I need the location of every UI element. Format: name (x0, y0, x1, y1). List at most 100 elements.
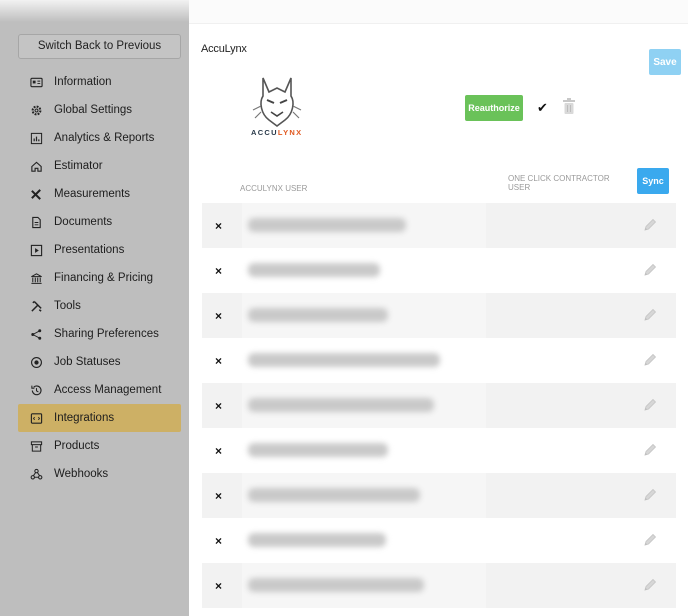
acculynx-user-name: Mal C - Alyssa Simpson.com (248, 443, 388, 457)
ruler-cross-icon (30, 188, 54, 201)
table-row: × Mal C - Alyssa Simpson.com (202, 428, 676, 473)
acculynx-user-name: Brien Sullivan - Samantha Roach.com (248, 398, 434, 412)
remove-row-icon[interactable]: × (215, 354, 222, 368)
sidebar-nav: Information Global Settings Analytics & Re… (18, 68, 181, 488)
webhook-icon (30, 468, 54, 481)
integration-icon (30, 412, 54, 425)
column-header-occ-user: ONE CLICK CONTRACTOR USER (508, 174, 610, 192)
sidebar-item-label: Financing & Pricing (54, 272, 154, 284)
pencil-icon[interactable] (642, 352, 657, 373)
sidebar-item-information[interactable]: Information (18, 68, 181, 96)
save-button[interactable]: Save (649, 49, 681, 75)
acculynx-user-name: Jim Tullis - Sydney Koonce.com (248, 533, 386, 547)
user-mapping-table: × Page Ross - Adam Kramer.com × Jill Fitts … (202, 203, 676, 608)
sidebar-item-label: Presentations (54, 244, 125, 256)
sidebar-item-label: Measurements (54, 188, 131, 200)
share-icon (30, 328, 54, 341)
pencil-icon[interactable] (642, 577, 657, 598)
sidebar-item-access-management[interactable]: Access Management (18, 376, 181, 404)
remove-row-icon[interactable]: × (215, 219, 222, 233)
sidebar-item-global-settings[interactable]: Global Settings (18, 96, 181, 124)
acculynx-user-name: Page Ross - Adam Kramer.com (248, 218, 406, 232)
switch-back-button[interactable]: Switch Back to Previous (18, 34, 181, 59)
remove-row-icon[interactable]: × (215, 264, 222, 278)
pencil-icon[interactable] (642, 217, 657, 238)
play-square-icon (30, 244, 54, 257)
sidebar-item-label: Documents (54, 216, 113, 228)
column-header-acculynx-user: ACCULYNX USER (240, 184, 308, 193)
pencil-icon[interactable] (642, 307, 657, 328)
sidebar-item-measurements[interactable]: Measurements (18, 180, 181, 208)
main-panel: AccuLynx Save ACCULYNX Reauthorize ✔ ACC… (189, 0, 688, 616)
sidebar-item-analytics-and-reports[interactable]: Analytics & Reports (18, 124, 181, 152)
logo-wordmark: ACCULYNX (251, 128, 302, 137)
acculynx-user-name: Will Burney - Andrea Baumgartner.com (248, 488, 420, 502)
table-row: × Ben Mills - Arden Hunter.com (202, 293, 676, 338)
sidebar-item-label: Integrations (54, 412, 115, 424)
sidebar-item-estimator[interactable]: Estimator (18, 152, 181, 180)
table-row: × Brien Sullivan - Samantha Roach.com (202, 383, 676, 428)
sidebar-item-label: Estimator (54, 160, 103, 172)
sidebar-item-label: Access Management (54, 384, 162, 396)
acculynx-user-name: Bill Bowen - Meredith Ramsey.com (248, 578, 424, 592)
acculynx-user-name: Brian Steinberg - Gevalena Simpson.com (248, 353, 440, 367)
bank-icon (30, 272, 54, 285)
remove-row-icon[interactable]: × (215, 579, 222, 593)
remove-row-icon[interactable]: × (215, 399, 222, 413)
id-card-icon (30, 76, 54, 89)
table-row: × Brian Steinberg - Gevalena Simpson.com (202, 338, 676, 383)
logo-wordmark-part2: LYNX (277, 128, 303, 137)
sidebar-item-label: Global Settings (54, 104, 132, 116)
table-row: × Jim Tullis - Sydney Koonce.com (202, 518, 676, 563)
pencil-icon[interactable] (642, 532, 657, 553)
tools-icon (30, 300, 54, 313)
pencil-icon[interactable] (642, 487, 657, 508)
remove-row-icon[interactable]: × (215, 309, 222, 323)
table-row: × Bill Bowen - Meredith Ramsey.com (202, 563, 676, 608)
pencil-icon[interactable] (642, 442, 657, 463)
sidebar-item-label: Information (54, 76, 112, 88)
acculynx-user-name: Ben Mills - Arden Hunter.com (248, 308, 388, 322)
sidebar-item-job-statuses[interactable]: Job Statuses (18, 348, 181, 376)
sidebar-item-label: Tools (54, 300, 81, 312)
reauthorize-button[interactable]: Reauthorize (465, 95, 523, 121)
trash-icon[interactable] (563, 98, 575, 119)
sidebar: Switch Back to Previous Information Globa… (0, 0, 189, 616)
check-icon: ✔ (537, 100, 548, 115)
sidebar-item-documents[interactable]: Documents (18, 208, 181, 236)
sidebar-item-label: Sharing Preferences (54, 328, 159, 340)
archive-icon (30, 440, 54, 453)
table-row: × Page Ross - Adam Kramer.com (202, 203, 676, 248)
pencil-icon[interactable] (642, 262, 657, 283)
sidebar-item-label: Job Statuses (54, 356, 121, 368)
sidebar-item-presentations[interactable]: Presentations (18, 236, 181, 264)
remove-row-icon[interactable]: × (215, 444, 222, 458)
remove-row-icon[interactable]: × (215, 534, 222, 548)
document-icon (30, 216, 54, 229)
logo-wordmark-part1: ACCU (251, 128, 278, 137)
sidebar-item-label: Analytics & Reports (54, 132, 155, 144)
bar-chart-icon (30, 132, 54, 145)
main-top-band (189, 0, 688, 24)
table-row: × Will Burney - Andrea Baumgartner.com (202, 473, 676, 518)
sidebar-top-fade (0, 0, 189, 22)
sync-button[interactable]: Sync (637, 168, 669, 194)
sidebar-item-financing-and-pricing[interactable]: Financing & Pricing (18, 264, 181, 292)
radio-icon (30, 356, 54, 369)
sidebar-item-tools[interactable]: Tools (18, 292, 181, 320)
sidebar-item-webhooks[interactable]: Webhooks (18, 460, 181, 488)
lynx-logo-icon (252, 77, 302, 127)
sidebar-item-integrations[interactable]: Integrations (18, 404, 181, 432)
history-icon (30, 384, 54, 397)
acculynx-user-name: Jill Fitts - Jack Brown.com (248, 263, 380, 277)
gear-icon (30, 104, 54, 117)
sidebar-item-label: Webhooks (54, 468, 109, 480)
table-row: × Jill Fitts - Jack Brown.com (202, 248, 676, 293)
pencil-icon[interactable] (642, 397, 657, 418)
sidebar-item-products[interactable]: Products (18, 432, 181, 460)
page-title: AccuLynx (201, 43, 247, 55)
home-icon (30, 160, 54, 173)
sidebar-item-sharing-preferences[interactable]: Sharing Preferences (18, 320, 181, 348)
remove-row-icon[interactable]: × (215, 489, 222, 503)
sidebar-item-label: Products (54, 440, 100, 452)
